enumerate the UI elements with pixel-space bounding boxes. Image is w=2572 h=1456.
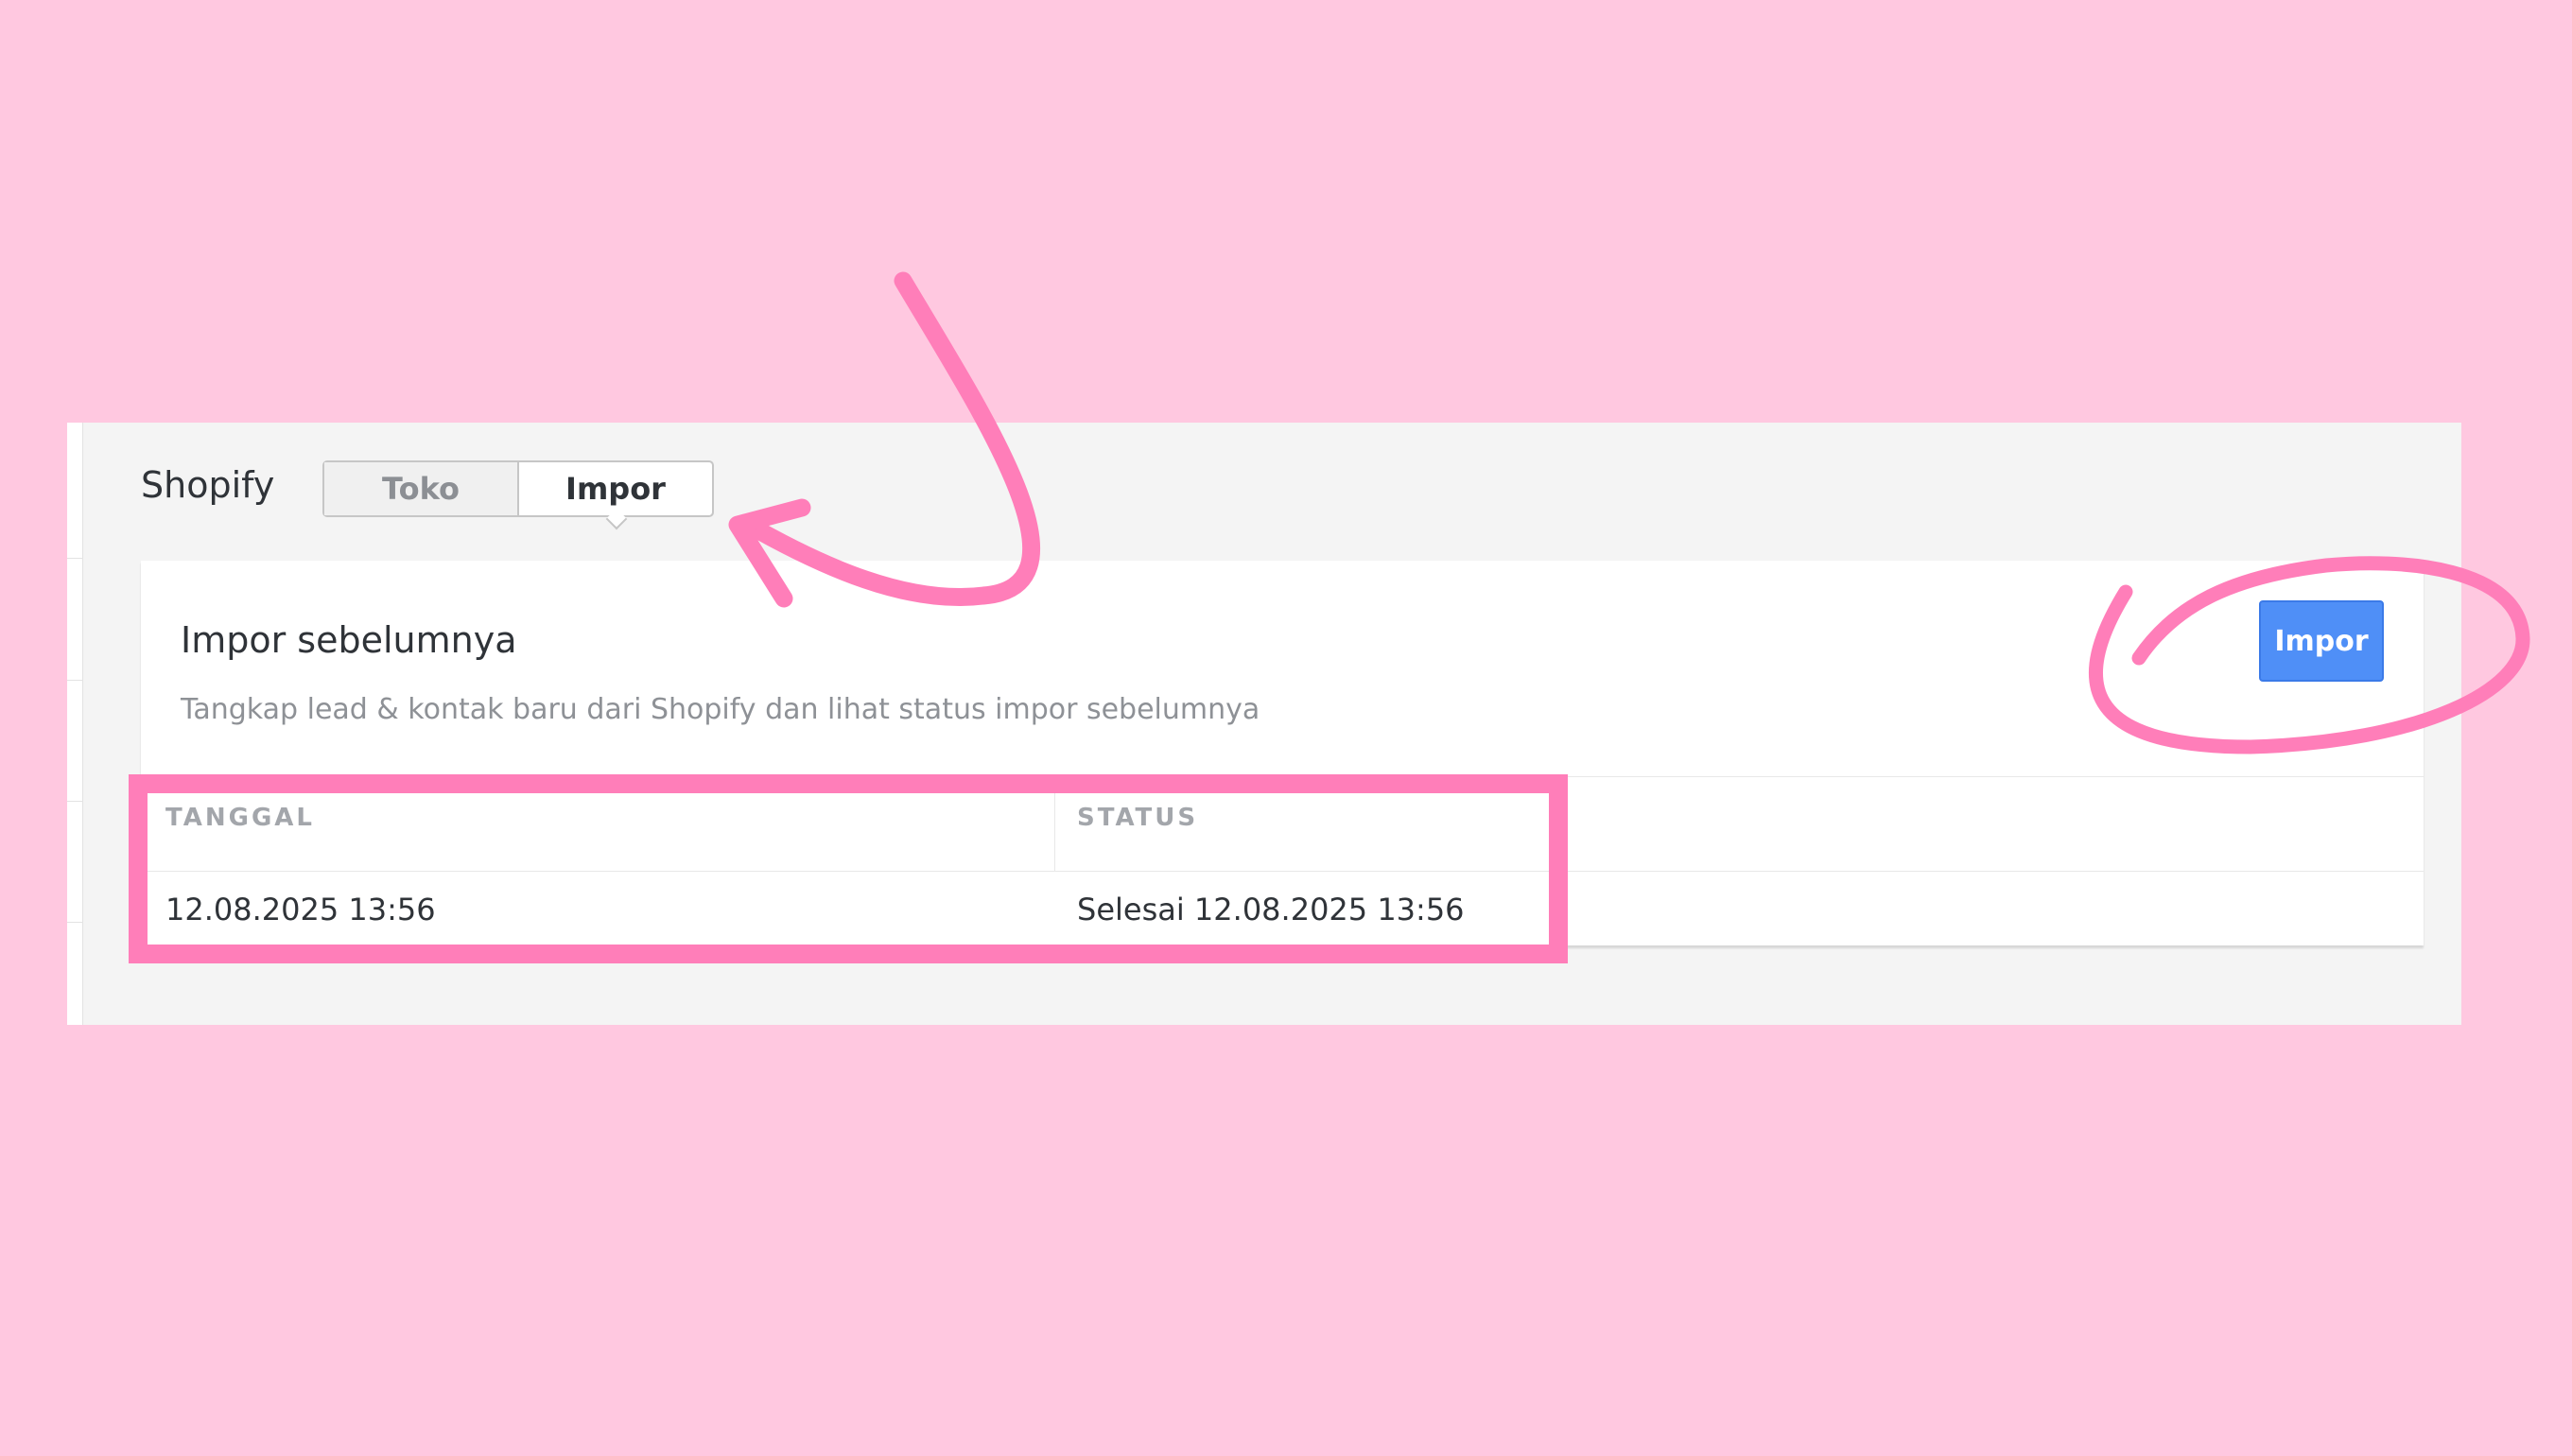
rail-divider	[67, 801, 82, 802]
tab-bar: Toko Impor	[322, 460, 714, 530]
import-history-card: Impor sebelumnya Tangkap lead & kontak b…	[141, 561, 2424, 945]
import-button[interactable]: Impor	[2259, 600, 2384, 682]
app-window: Shopify Toko Impor Impor sebelumnya Tang…	[67, 423, 2461, 1025]
active-tab-caret-icon	[605, 508, 628, 530]
rail-divider	[67, 558, 82, 559]
table-header: TANGGAL STATUS	[141, 776, 2424, 872]
card-description: Tangkap lead & kontak baru dari Shopify …	[181, 693, 1260, 726]
page-title: Shopify	[141, 464, 275, 506]
rail-divider	[67, 680, 82, 681]
table-row[interactable]: 12.08.2025 13:56 Selesai 12.08.2025 13:5…	[141, 872, 2424, 947]
tab-impor[interactable]: Impor	[519, 462, 712, 530]
column-header-date[interactable]: TANGGAL	[165, 771, 315, 864]
cell-status: Selesai 12.08.2025 13:56	[1077, 892, 1465, 927]
column-divider	[1054, 777, 1055, 871]
import-history-table: TANGGAL STATUS 12.08.2025 13:56 Selesai …	[141, 776, 2424, 947]
tab-toko[interactable]: Toko	[324, 462, 519, 515]
card-title: Impor sebelumnya	[181, 619, 517, 661]
tab-impor-label: Impor	[565, 471, 666, 507]
left-sidebar-rail	[67, 423, 83, 1025]
rail-divider	[67, 922, 82, 923]
column-header-status[interactable]: STATUS	[1077, 771, 1198, 864]
cell-date: 12.08.2025 13:56	[165, 892, 436, 927]
